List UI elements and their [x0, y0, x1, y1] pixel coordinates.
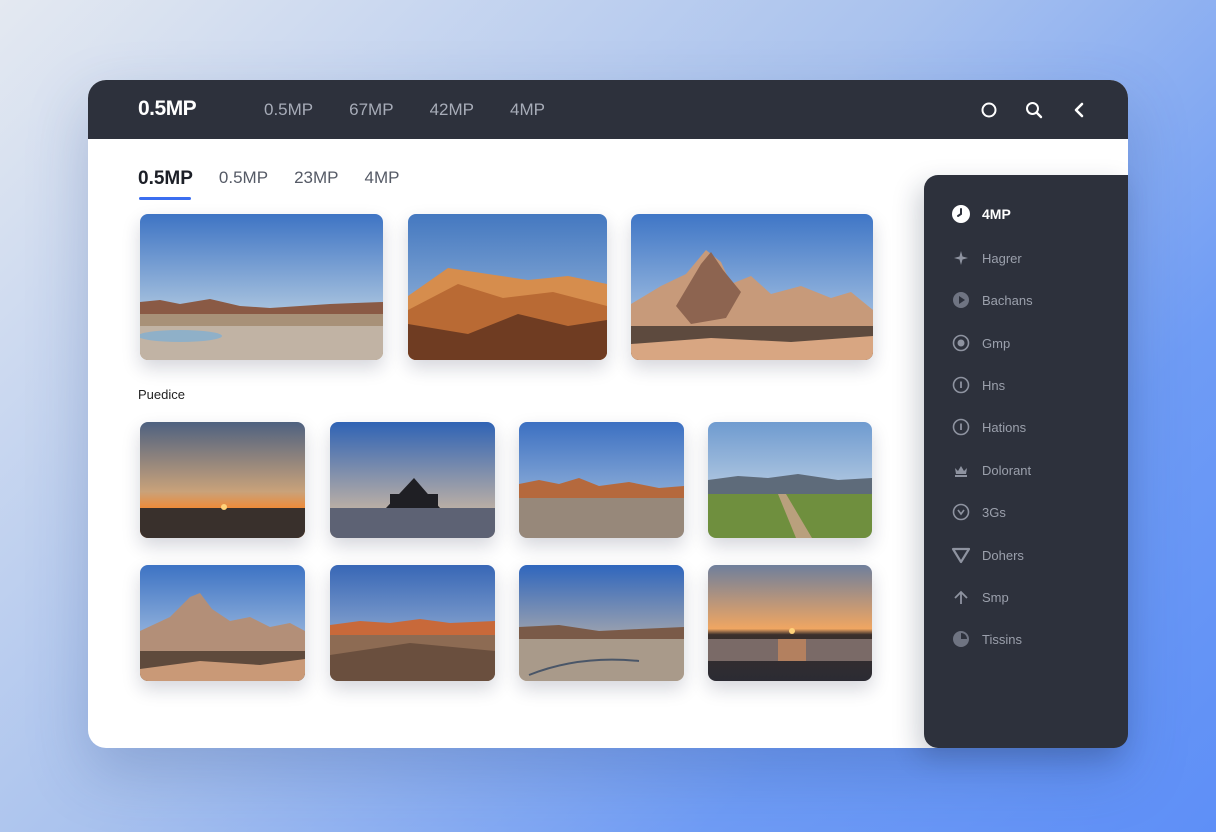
- sidebar-item-label: Gmp: [982, 335, 1011, 351]
- circle-icon[interactable]: [978, 99, 1000, 121]
- sidebar-item-label: Dohers: [982, 547, 1024, 563]
- play-circle-icon: [950, 289, 972, 311]
- gallery-photo-pavilion-silhouette[interactable]: [330, 422, 495, 538]
- top-bar: 0.5MP 0.5MP 67MP 42MP 4MP: [88, 80, 1128, 139]
- sidebar-item-gmp[interactable]: Gmp: [950, 332, 1010, 354]
- dial-icon: [950, 628, 972, 650]
- gallery-photo-dusk-plain-tracks[interactable]: [519, 565, 684, 681]
- gallery-photo-desert-ridge[interactable]: [519, 422, 684, 538]
- gallery-photo-red-ridge-plain[interactable]: [330, 565, 495, 681]
- sidebar-item-label: Hations: [982, 419, 1027, 435]
- tab-0.5mp[interactable]: 0.5MP: [219, 168, 268, 200]
- sidebar-item-label: Dolorant: [982, 462, 1032, 478]
- sidebar-item-label: 4MP: [982, 206, 1011, 222]
- top-nav-item[interactable]: 4MP: [510, 100, 545, 120]
- badge-icon: [950, 501, 972, 523]
- tab-bar: 0.5MP 0.5MP 23MP 4MP: [138, 168, 425, 200]
- sidebar-item-label: 3Gs: [982, 504, 1006, 520]
- sidebar-item-label: Hns: [982, 377, 1006, 393]
- top-icon-group: [955, 99, 1090, 121]
- search-icon[interactable]: [1023, 99, 1045, 121]
- crown-icon: [950, 459, 972, 481]
- featured-photo-desert-horizon[interactable]: [140, 214, 383, 360]
- gallery-photo-sunset-plain[interactable]: [140, 422, 305, 538]
- sparkle-icon: [950, 247, 972, 269]
- featured-photo-rocky-mountain[interactable]: [631, 214, 873, 360]
- top-nav-item[interactable]: 67MP: [349, 100, 393, 120]
- top-nav-item[interactable]: 0.5MP: [264, 100, 313, 120]
- sidebar-item-3gs[interactable]: 3Gs: [950, 501, 1006, 523]
- info-circle-icon: [950, 416, 972, 438]
- sidebar-item-label: Hagrer: [982, 250, 1022, 266]
- sidebar-item-bachans[interactable]: Bachans: [950, 289, 1033, 311]
- gallery-photo-lake-sunset[interactable]: [708, 565, 872, 681]
- sidebar-item-tissins[interactable]: Tissins: [950, 628, 1022, 650]
- tab-23mp[interactable]: 23MP: [294, 168, 338, 200]
- back-chevron-icon[interactable]: [1068, 99, 1090, 121]
- sidebar-item-4mp[interactable]: 4MP: [950, 203, 1011, 225]
- arrow-up-icon: [950, 586, 972, 608]
- sidebar-item-label: Smp: [982, 589, 1009, 605]
- right-sidebar: 4MP Hagrer Bachans Gmp Hns Hations Dolor…: [924, 175, 1128, 748]
- sidebar-item-hations[interactable]: Hations: [950, 416, 1026, 438]
- featured-photo-sand-dunes[interactable]: [408, 214, 607, 360]
- brand-title: 0.5MP: [138, 97, 197, 120]
- sidebar-item-dolorant[interactable]: Dolorant: [950, 459, 1031, 481]
- sidebar-item-hns[interactable]: Hns: [950, 374, 1005, 396]
- sidebar-item-hagrer[interactable]: Hagrer: [950, 247, 1022, 269]
- section-label: Puedice: [138, 387, 185, 402]
- clock-icon: [950, 203, 972, 225]
- triangle-down-icon: [950, 544, 972, 566]
- target-icon: [950, 332, 972, 354]
- sidebar-item-label: Tissins: [982, 631, 1022, 647]
- top-nav-item[interactable]: 42MP: [430, 100, 474, 120]
- sidebar-item-smp[interactable]: Smp: [950, 586, 1009, 608]
- sidebar-item-label: Bachans: [982, 292, 1033, 308]
- tab-0.5mp-active[interactable]: 0.5MP: [138, 168, 193, 200]
- info-circle-icon: [950, 374, 972, 396]
- gallery-photo-grassland-path[interactable]: [708, 422, 872, 538]
- gallery-photo-rocky-mountain[interactable]: [140, 565, 305, 681]
- top-nav: 0.5MP 67MP 42MP 4MP: [264, 100, 581, 120]
- tab-4mp[interactable]: 4MP: [364, 168, 399, 200]
- sidebar-item-dohers[interactable]: Dohers: [950, 544, 1024, 566]
